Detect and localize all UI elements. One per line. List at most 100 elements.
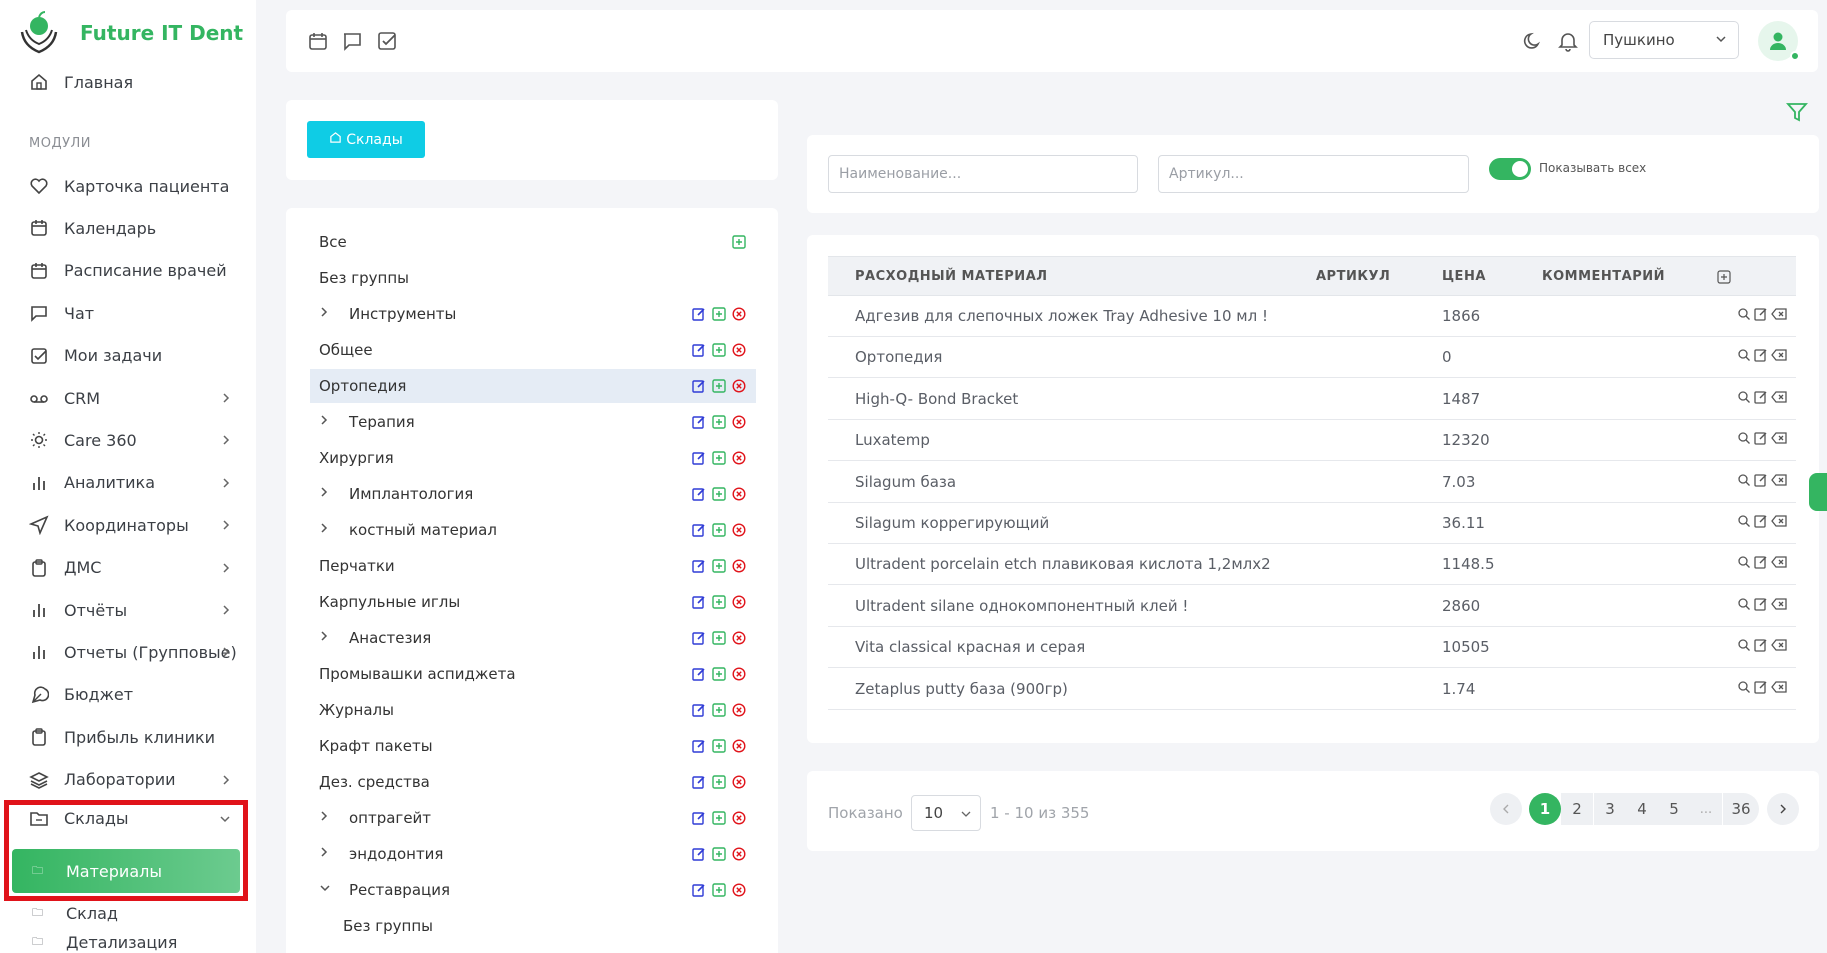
location-select[interactable]: Пушкино bbox=[1589, 21, 1739, 59]
next-page-button[interactable] bbox=[1767, 793, 1799, 825]
sidebar-item-2[interactable]: Расписание врачей bbox=[0, 253, 256, 289]
backspace-icon[interactable] bbox=[1771, 473, 1787, 487]
sidebar-item-10[interactable]: Отчёты bbox=[0, 592, 256, 628]
sidebar-item-3[interactable]: Чат bbox=[0, 295, 256, 331]
add-icon[interactable] bbox=[712, 811, 726, 825]
search-icon[interactable] bbox=[1737, 473, 1751, 487]
edit-icon[interactable] bbox=[692, 523, 706, 537]
column-header-price[interactable]: ЦЕНА bbox=[1442, 269, 1486, 284]
edit-icon[interactable] bbox=[1754, 680, 1768, 694]
delete-icon[interactable] bbox=[732, 415, 746, 429]
table-row[interactable]: Luxatemp 12320 bbox=[828, 420, 1796, 462]
delete-icon[interactable] bbox=[732, 343, 746, 357]
delete-icon[interactable] bbox=[732, 847, 746, 861]
edit-icon[interactable] bbox=[692, 451, 706, 465]
backspace-icon[interactable] bbox=[1771, 638, 1787, 652]
avatar[interactable] bbox=[1758, 21, 1800, 61]
sidebar-item-4[interactable]: Мои задачи bbox=[0, 338, 256, 374]
sidebar-item-0[interactable]: Карточка пациента bbox=[0, 168, 256, 204]
edit-icon[interactable] bbox=[692, 883, 706, 897]
prev-page-button[interactable] bbox=[1490, 793, 1522, 825]
delete-icon[interactable] bbox=[732, 631, 746, 645]
delete-icon[interactable] bbox=[732, 811, 746, 825]
bell-icon[interactable] bbox=[1557, 30, 1579, 52]
edit-icon[interactable] bbox=[692, 343, 706, 357]
column-header-material[interactable]: РАСХОДНЫЙ МАТЕРИАЛ bbox=[855, 269, 1048, 284]
edit-icon[interactable] bbox=[1754, 307, 1768, 321]
add-icon[interactable] bbox=[712, 667, 726, 681]
search-icon[interactable] bbox=[1737, 390, 1751, 404]
edit-icon[interactable] bbox=[692, 847, 706, 861]
add-icon[interactable] bbox=[712, 343, 726, 357]
sidebar-subitem-details[interactable]: 🗀 Детализация bbox=[12, 933, 240, 953]
add-icon[interactable] bbox=[712, 595, 726, 609]
delete-icon[interactable] bbox=[732, 487, 746, 501]
delete-icon[interactable] bbox=[732, 703, 746, 717]
group-tree-row[interactable]: Ортопедия bbox=[310, 369, 756, 403]
add-icon[interactable] bbox=[712, 775, 726, 789]
group-tree-row[interactable]: Промывашки аспиджета bbox=[310, 657, 756, 691]
search-icon[interactable] bbox=[1737, 597, 1751, 611]
edit-icon[interactable] bbox=[692, 595, 706, 609]
group-tree-row[interactable]: Дез. средства bbox=[310, 765, 756, 799]
delete-icon[interactable] bbox=[732, 595, 746, 609]
chevron-right-icon[interactable] bbox=[318, 809, 330, 827]
edit-icon[interactable] bbox=[692, 307, 706, 321]
add-icon[interactable] bbox=[712, 847, 726, 861]
edit-icon[interactable] bbox=[692, 775, 706, 789]
group-tree-row[interactable]: Все bbox=[310, 225, 756, 259]
backspace-icon[interactable] bbox=[1771, 390, 1787, 404]
delete-icon[interactable] bbox=[732, 739, 746, 753]
edit-icon[interactable] bbox=[1754, 555, 1768, 570]
group-tree-row[interactable]: Карпульные иглы bbox=[310, 585, 756, 619]
search-icon[interactable] bbox=[1737, 555, 1751, 569]
search-icon[interactable] bbox=[1737, 307, 1751, 321]
page-button[interactable]: 5 bbox=[1658, 793, 1690, 825]
table-row[interactable]: High-Q- Bond Bracket 1487 bbox=[828, 379, 1796, 420]
delete-icon[interactable] bbox=[732, 883, 746, 897]
table-row[interactable]: Silagum база 7.03 bbox=[828, 462, 1796, 503]
delete-icon[interactable] bbox=[732, 523, 746, 537]
edit-icon[interactable] bbox=[692, 631, 706, 645]
show-all-toggle[interactable] bbox=[1489, 158, 1531, 180]
add-icon[interactable] bbox=[732, 235, 746, 249]
group-tree-row[interactable]: Хирургия bbox=[310, 441, 756, 475]
backspace-icon[interactable] bbox=[1771, 348, 1787, 362]
chat-icon[interactable] bbox=[341, 30, 363, 52]
group-tree-row[interactable]: Без группы bbox=[310, 261, 756, 295]
page-size-select[interactable]: 10 bbox=[911, 795, 981, 831]
add-icon[interactable] bbox=[712, 379, 726, 393]
add-icon[interactable] bbox=[712, 559, 726, 573]
edit-icon[interactable] bbox=[692, 415, 706, 429]
sidebar-item-13[interactable]: Прибыль клиники bbox=[0, 719, 256, 755]
sidebar-item-12[interactable]: Бюджет bbox=[0, 677, 256, 713]
edit-icon[interactable] bbox=[692, 487, 706, 501]
page-button[interactable]: 1 bbox=[1529, 793, 1561, 825]
add-icon[interactable] bbox=[712, 307, 726, 321]
checkbox-icon[interactable] bbox=[376, 30, 398, 52]
table-row[interactable]: Ultradent porcelain etch плавиковая кисл… bbox=[828, 544, 1796, 586]
delete-icon[interactable] bbox=[732, 379, 746, 393]
add-icon[interactable] bbox=[712, 523, 726, 537]
table-row[interactable]: Vita classical красная и серая 10505 bbox=[828, 627, 1796, 669]
moon-icon[interactable] bbox=[1522, 30, 1544, 52]
add-material-icon[interactable] bbox=[1717, 270, 1731, 288]
backspace-icon[interactable] bbox=[1771, 514, 1787, 528]
sidebar-item-11[interactable]: Отчеты (Групповые) bbox=[0, 634, 256, 670]
table-row[interactable]: Ultradent silane однокомпонентный клей !… bbox=[828, 586, 1796, 627]
calendar-icon[interactable] bbox=[307, 30, 329, 52]
column-header-comment[interactable]: КОММЕНТАРИЙ bbox=[1542, 269, 1665, 284]
group-tree-row[interactable]: Инструменты bbox=[310, 297, 756, 331]
chevron-right-icon[interactable] bbox=[318, 305, 330, 323]
add-icon[interactable] bbox=[712, 883, 726, 897]
backspace-icon[interactable] bbox=[1771, 680, 1787, 694]
warehouses-button[interactable]: Склады bbox=[307, 121, 425, 158]
search-icon[interactable] bbox=[1737, 348, 1751, 362]
group-tree-row[interactable]: Общее bbox=[310, 333, 756, 367]
edit-icon[interactable] bbox=[692, 811, 706, 825]
chevron-down-icon[interactable] bbox=[318, 882, 332, 898]
add-icon[interactable] bbox=[712, 631, 726, 645]
group-tree-row[interactable]: Реставрация bbox=[310, 873, 756, 907]
delete-icon[interactable] bbox=[732, 667, 746, 681]
page-button[interactable]: 3 bbox=[1594, 793, 1626, 825]
